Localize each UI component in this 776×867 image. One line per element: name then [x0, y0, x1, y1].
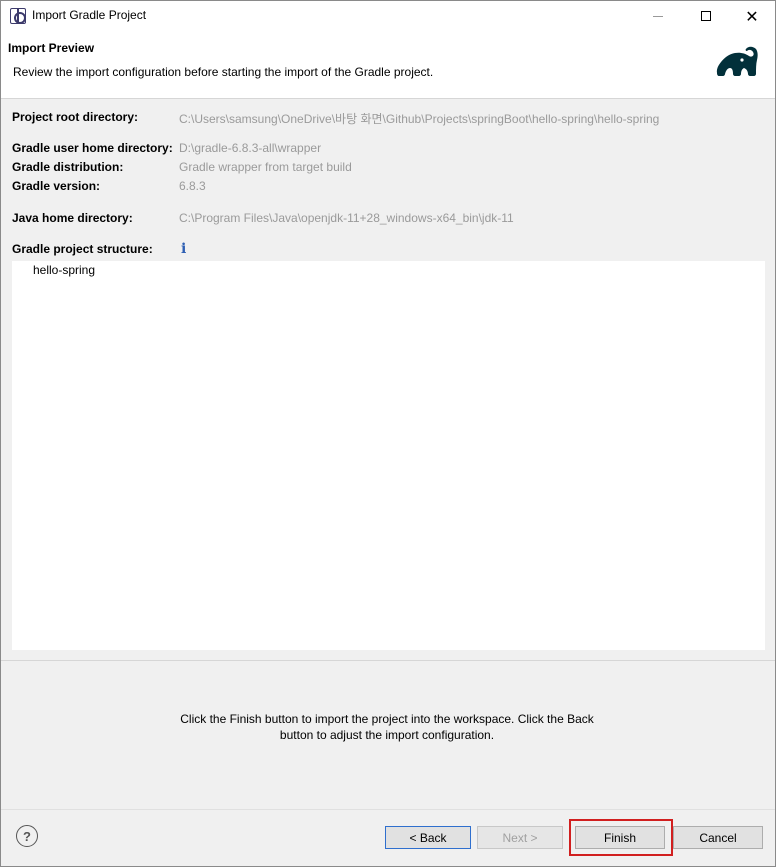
minimize-button[interactable] — [635, 1, 681, 31]
page-description: Review the import configuration before s… — [13, 65, 434, 79]
page-title: Import Preview — [8, 41, 95, 55]
window-title: Import Gradle Project — [32, 8, 147, 22]
close-icon: ✕ — [745, 6, 759, 26]
gradle-version-label: Gradle version: — [12, 179, 101, 193]
maximize-icon — [701, 11, 711, 21]
import-gradle-dialog: Import Gradle Project ✕ Import Preview R… — [0, 0, 776, 867]
gradle-home-label: Gradle user home directory: — [12, 141, 173, 155]
back-button[interactable]: < Back — [385, 826, 471, 849]
gradle-version-value: 6.8.3 — [179, 179, 206, 193]
cancel-button[interactable]: Cancel — [673, 826, 763, 849]
next-button[interactable]: Next > — [477, 826, 563, 849]
finish-highlight-box — [569, 819, 673, 856]
project-structure-tree[interactable]: hello-spring — [12, 261, 765, 650]
info-icon[interactable]: i — [181, 241, 191, 257]
title-bar[interactable]: Import Gradle Project ✕ — [1, 1, 775, 31]
divider — [1, 660, 775, 661]
eclipse-app-icon — [10, 8, 26, 24]
tree-item[interactable]: hello-spring — [33, 263, 95, 277]
close-button[interactable]: ✕ — [729, 1, 775, 31]
wizard-banner: Import Preview Review the import configu… — [1, 31, 775, 99]
java-home-value: C:\Program Files\Java\openjdk-11+28_wind… — [179, 211, 514, 225]
finish-instructions: Click the Finish button to import the pr… — [180, 712, 594, 742]
help-icon[interactable]: ? — [16, 825, 38, 847]
gradle-elephant-icon — [716, 46, 758, 76]
project-root-value: C:\Users\samsung\OneDrive\바탕 화면\Github\P… — [179, 112, 660, 126]
gradle-home-value: D:\gradle-6.8.3-all\wrapper — [179, 141, 322, 155]
button-bar-divider — [1, 809, 775, 810]
gradle-distribution-value: Gradle wrapper from target build — [179, 160, 352, 174]
project-root-label: Project root directory: — [12, 110, 139, 124]
maximize-button[interactable] — [683, 1, 729, 31]
project-structure-label: Gradle project structure: — [12, 242, 153, 256]
minimize-icon — [653, 15, 663, 17]
java-home-label: Java home directory: — [12, 211, 133, 225]
gradle-distribution-label: Gradle distribution: — [12, 160, 124, 174]
